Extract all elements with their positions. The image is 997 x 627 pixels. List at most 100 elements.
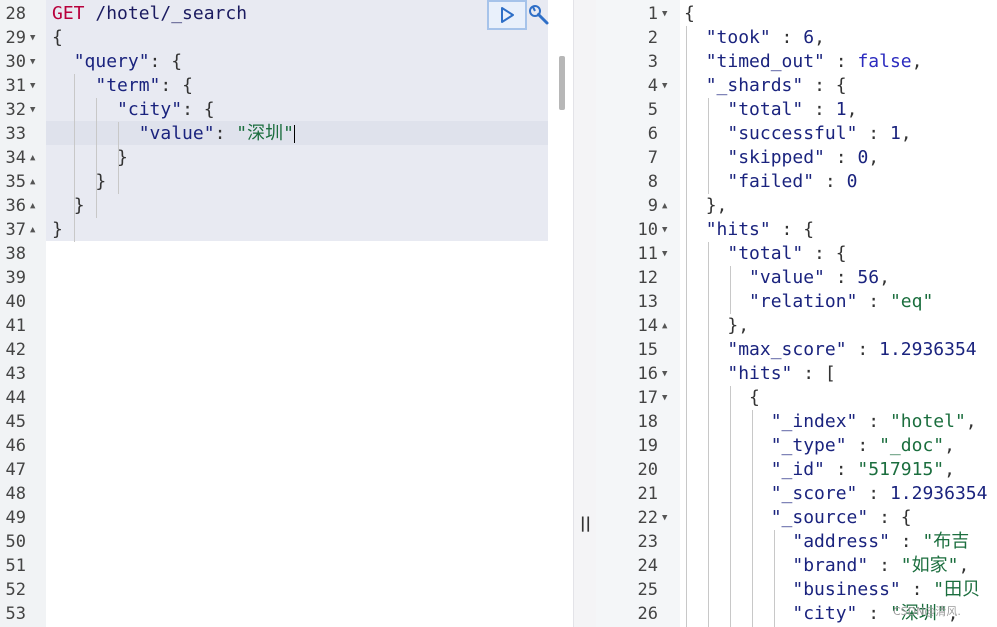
fold-open-icon[interactable]: ▼ (662, 386, 667, 410)
line-number: 40 (5, 292, 26, 312)
line-number: 26 (637, 604, 658, 624)
fold-open-icon[interactable]: ▼ (30, 50, 35, 74)
request-line[interactable]: 37 ▲} (0, 218, 548, 242)
indent-guide (118, 122, 119, 194)
request-line[interactable]: 48 (0, 482, 548, 506)
fold-close-icon[interactable]: ▲ (30, 170, 35, 194)
run-request-button[interactable] (487, 0, 527, 30)
response-viewer[interactable]: 1 ▼{2 "took" : 6, 3 "timed_out" : false, 4 ▼… (596, 0, 997, 627)
fold-close-icon[interactable]: ▲ (662, 194, 667, 218)
fold-open-icon[interactable]: ▼ (662, 74, 667, 98)
request-line[interactable]: 33 "value": "深圳" (0, 122, 548, 146)
request-line[interactable]: 49 (0, 506, 548, 530)
request-line[interactable]: 41 (0, 314, 548, 338)
line-number: 13 (637, 292, 658, 312)
request-line[interactable]: 36 ▲ } (0, 194, 548, 218)
line-number: 20 (637, 460, 658, 480)
line-number: 36 (5, 196, 26, 216)
code-text: "_source" : { (770, 507, 912, 528)
line-number: 49 (5, 508, 26, 528)
response-line: 7 "skipped" : 0, (596, 146, 997, 170)
fold-close-icon[interactable]: ▲ (30, 146, 35, 170)
request-line[interactable]: 45 (0, 410, 548, 434)
line-number: 5 (647, 100, 658, 120)
request-line[interactable]: 53 (0, 602, 548, 626)
response-line: 22 ▼ "_source" : { (596, 506, 997, 530)
fold-open-icon[interactable]: ▼ (662, 242, 667, 266)
code-text: }, (727, 315, 750, 336)
line-number: 47 (5, 460, 26, 480)
request-line[interactable]: 40 (0, 290, 548, 314)
fold-open-icon[interactable]: ▼ (662, 2, 667, 26)
request-line[interactable]: 28 GET /hotel/_search (0, 2, 548, 26)
response-line: 10 ▼ "hits" : { (596, 218, 997, 242)
response-line: 9 ▲ }, (596, 194, 997, 218)
code-text: }, (705, 195, 728, 216)
code-text: } (117, 147, 128, 168)
text-cursor (293, 125, 295, 143)
fold-close-icon[interactable]: ▲ (30, 218, 35, 242)
request-line[interactable]: 47 (0, 458, 548, 482)
code-text: { (749, 387, 760, 408)
request-line[interactable]: 52 (0, 578, 548, 602)
indent-guide (96, 98, 97, 218)
request-line[interactable]: 44 (0, 386, 548, 410)
code-text: GET /hotel/_search (52, 2, 247, 26)
request-line[interactable]: 51 (0, 554, 548, 578)
fold-open-icon[interactable]: ▼ (662, 362, 667, 386)
line-number: 14 (637, 316, 658, 336)
line-number: 42 (5, 340, 26, 360)
fold-open-icon[interactable]: ▼ (662, 506, 667, 530)
fold-close-icon[interactable]: ▲ (30, 194, 35, 218)
http-method: GET (52, 3, 85, 24)
line-number: 34 (5, 148, 26, 168)
request-line[interactable]: 29 ▼ { (0, 26, 548, 50)
fold-open-icon[interactable]: ▼ (30, 74, 35, 98)
request-scrollbar[interactable] (559, 56, 565, 110)
code-text: "skipped" : 0, (727, 147, 880, 168)
response-line: 17 ▼ { (596, 386, 997, 410)
fold-close-icon[interactable]: ▲ (662, 314, 667, 338)
indent-guide (686, 26, 687, 627)
line-number: 30 (5, 52, 26, 72)
response-line: 3 "timed_out" : false, (596, 50, 997, 74)
response-line: 8 "failed" : 0 (596, 170, 997, 194)
pane-splitter[interactable]: || (573, 0, 597, 627)
line-number: 39 (5, 268, 26, 288)
response-line: 21 "_score" : 1.2936354 (596, 482, 997, 506)
line-number: 8 (647, 172, 658, 192)
line-number: 24 (637, 556, 658, 576)
request-settings-button[interactable] (526, 2, 552, 28)
line-number: 21 (637, 484, 658, 504)
line-number: 43 (5, 364, 26, 384)
request-line[interactable]: 43 (0, 362, 548, 386)
request-line[interactable]: 35 ▲ } (0, 170, 548, 194)
request-line[interactable]: 46 (0, 434, 548, 458)
line-number: 37 (5, 220, 26, 240)
fold-open-icon[interactable]: ▼ (30, 98, 35, 122)
fold-open-icon[interactable]: ▼ (30, 26, 35, 50)
line-number: 52 (5, 580, 26, 600)
code-text: "brand" : "如家", (792, 555, 970, 576)
fold-open-icon[interactable]: ▼ (662, 218, 667, 242)
request-line[interactable]: 30 ▼ "query": { (0, 50, 548, 74)
code-text: "value" : 56, (749, 267, 890, 288)
code-text: { (52, 27, 63, 48)
splitter-grip[interactable]: || (580, 514, 591, 532)
line-number: 25 (637, 580, 658, 600)
line-number: 7 (647, 148, 658, 168)
code-text: "successful" : 1, (727, 123, 912, 144)
request-line[interactable]: 31 ▼ "term": { (0, 74, 548, 98)
line-number: 41 (5, 316, 26, 336)
request-line[interactable]: 42 (0, 338, 548, 362)
request-line[interactable]: 38 (0, 242, 548, 266)
request-line[interactable]: 50 (0, 530, 548, 554)
line-number: 16 (637, 364, 658, 384)
line-number: 51 (5, 556, 26, 576)
request-line[interactable]: 34 ▲ } (0, 146, 548, 170)
request-line[interactable]: 39 (0, 266, 548, 290)
line-number: 23 (637, 532, 658, 552)
request-line[interactable]: 32 ▼ "city": { (0, 98, 548, 122)
request-editor[interactable]: 28 GET /hotel/_search 29 ▼{30 ▼ "query": {31… (0, 0, 573, 627)
indent-guide (708, 242, 709, 627)
